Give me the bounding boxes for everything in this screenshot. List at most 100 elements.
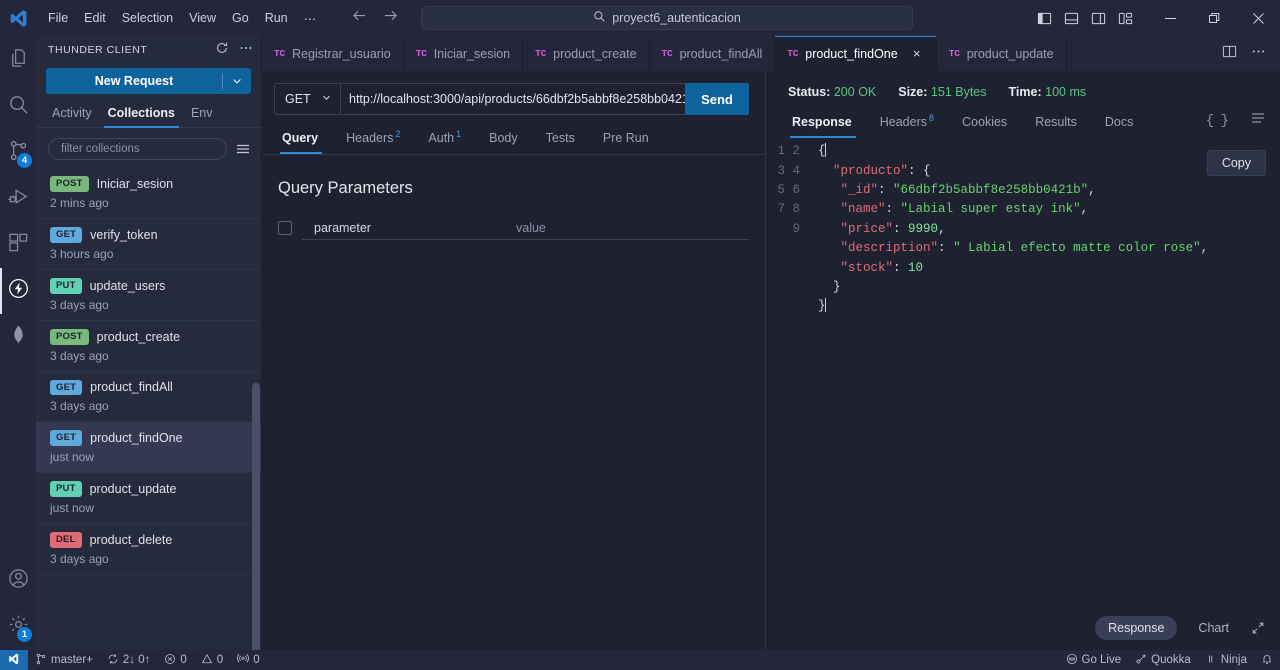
http-method-select[interactable]: GET — [274, 83, 340, 115]
activity-search[interactable] — [0, 84, 36, 130]
activity-mongodb[interactable] — [0, 314, 36, 360]
status-branch[interactable]: master+ — [28, 650, 100, 670]
menu-selection[interactable]: Selection — [114, 7, 181, 29]
tab-iniciar-sesion[interactable]: TC Iniciar_sesion — [404, 36, 524, 71]
expand-icon[interactable] — [1250, 620, 1266, 636]
request-time: just now — [50, 501, 95, 516]
tab-response[interactable]: Response — [784, 111, 866, 139]
chevron-down-icon[interactable] — [223, 75, 251, 87]
activity-thunder-client[interactable] — [0, 268, 36, 314]
list-item[interactable]: PUT product_update just now — [36, 473, 261, 525]
tab-activity[interactable]: Activity — [44, 102, 100, 127]
hamburger-menu-icon[interactable] — [235, 141, 251, 157]
tab-cookies[interactable]: Cookies — [948, 111, 1021, 138]
tab-product-update[interactable]: TC product_update — [937, 36, 1067, 71]
status-go-live[interactable]: Go Live — [1059, 650, 1129, 670]
response-tabs: Response Headers 8 Cookies Results Docs {… — [766, 99, 1280, 139]
menu-run[interactable]: Run — [257, 7, 296, 29]
sidebar-scrollbar[interactable] — [252, 383, 260, 650]
menu-view[interactable]: View — [181, 7, 224, 29]
status-errors[interactable]: 0 — [157, 650, 193, 670]
quick-search-bar[interactable]: proyect6_autenticacion — [421, 6, 913, 30]
filter-collections-input[interactable]: filter collections — [48, 138, 227, 160]
tab-query[interactable]: Query — [274, 127, 332, 155]
activity-run-and-debug[interactable] — [0, 176, 36, 222]
arrow-left-icon[interactable] — [352, 8, 367, 28]
activity-manage[interactable]: 1 — [0, 604, 36, 650]
json-value-id: "66dbf2b5abbf8e258bb0421b" — [893, 182, 1089, 197]
close-icon[interactable]: × — [910, 46, 924, 61]
tab-tests[interactable]: Tests — [532, 127, 589, 154]
status-warnings[interactable]: 0 — [194, 650, 230, 670]
refresh-icon[interactable] — [215, 41, 229, 60]
tab-auth[interactable]: Auth 1 — [414, 125, 475, 154]
status-ports[interactable]: 0 — [230, 650, 266, 670]
tab-response-headers[interactable]: Headers 8 — [866, 109, 948, 138]
response-body-viewer[interactable]: Copy 1 2 3 4 5 6 7 8 9 { "producto": { "… — [766, 138, 1280, 650]
value-input[interactable]: value — [504, 216, 749, 241]
navigation-arrows — [352, 8, 398, 28]
request-pane: GET http://localhost:3000/api/products/6… — [262, 71, 766, 650]
tab-body[interactable]: Body — [475, 127, 532, 154]
split-editor-icon[interactable] — [1222, 44, 1237, 64]
menu-go[interactable]: Go — [224, 7, 257, 29]
source-control-icon — [35, 653, 47, 668]
activity-source-control[interactable]: 4 — [0, 130, 36, 176]
list-item[interactable]: POST product_create 3 days ago — [36, 321, 261, 372]
status-notifications[interactable] — [1254, 650, 1280, 670]
error-icon — [164, 653, 176, 668]
response-view-button[interactable]: Response — [1095, 616, 1178, 640]
format-json-icon[interactable]: { } — [1206, 113, 1229, 129]
customize-layout-icon[interactable] — [1117, 10, 1134, 27]
manage-badge: 1 — [17, 627, 32, 642]
toggle-panel-icon[interactable] — [1063, 10, 1080, 27]
tab-product-create[interactable]: TC product_create — [523, 36, 650, 71]
minimize-button[interactable] — [1148, 0, 1192, 36]
list-item[interactable]: GET verify_token 3 hours ago — [36, 219, 261, 270]
close-button[interactable] — [1236, 0, 1280, 36]
activity-accounts[interactable] — [0, 558, 36, 604]
menu-file[interactable]: File — [40, 7, 76, 29]
tab-pre-run[interactable]: Pre Run — [589, 127, 663, 154]
list-item[interactable]: PUT update_users 3 days ago — [36, 270, 261, 321]
status-sync[interactable]: 2↓ 0↑ — [100, 650, 158, 670]
word-wrap-icon[interactable] — [1250, 110, 1266, 131]
url-input[interactable]: http://localhost:3000/api/products/66dbf… — [340, 83, 686, 115]
chart-view-button[interactable]: Chart — [1185, 616, 1242, 640]
list-item[interactable]: DEL product_delete 3 days ago — [36, 524, 261, 575]
more-actions-icon[interactable] — [1251, 44, 1266, 64]
arrow-right-icon[interactable] — [383, 8, 398, 28]
activity-extensions[interactable] — [0, 222, 36, 268]
time-label: Time: — [1008, 85, 1042, 99]
copy-button[interactable]: Copy — [1206, 150, 1266, 177]
tab-env[interactable]: Env — [183, 102, 221, 127]
tab-product-findall[interactable]: TC product_findAll — [650, 36, 776, 71]
remote-indicator[interactable] — [0, 650, 28, 670]
tab-product-findone[interactable]: TC product_findOne × — [775, 36, 937, 71]
toggle-secondary-sidebar-icon[interactable] — [1090, 10, 1107, 27]
collection-list[interactable]: POST Iniciar_sesion 2 mins ago GET verify_… — [36, 168, 261, 650]
parameter-input[interactable]: parameter — [302, 216, 504, 241]
activity-bar: 4 1 — [0, 36, 36, 650]
tab-headers[interactable]: Headers 2 — [332, 125, 414, 154]
menu-more[interactable]: ⋯ — [296, 7, 325, 30]
send-button[interactable]: Send — [685, 83, 749, 115]
request-name: update_users — [89, 278, 166, 293]
tab-collections[interactable]: Collections — [100, 102, 183, 128]
toggle-primary-sidebar-icon[interactable] — [1036, 10, 1053, 27]
restore-button[interactable] — [1192, 0, 1236, 36]
status-quokka[interactable]: Quokka — [1128, 650, 1198, 670]
tab-registrar-usuario[interactable]: TC Registrar_usuario — [262, 36, 404, 71]
method-badge: PUT — [50, 277, 82, 294]
menu-edit[interactable]: Edit — [76, 7, 114, 29]
list-item[interactable]: GET product_findAll 3 days ago — [36, 372, 261, 423]
parameter-checkbox[interactable] — [278, 221, 292, 236]
status-ninja[interactable]: Ninja — [1198, 650, 1254, 670]
more-actions-icon[interactable] — [239, 41, 253, 60]
list-item-selected[interactable]: GET product_findOne just now — [36, 422, 261, 474]
tab-results[interactable]: Results — [1021, 111, 1091, 138]
list-item[interactable]: POST Iniciar_sesion 2 mins ago — [36, 168, 261, 219]
new-request-button[interactable]: New Request — [46, 68, 251, 94]
activity-explorer[interactable] — [0, 38, 36, 84]
tab-docs[interactable]: Docs — [1091, 111, 1147, 138]
